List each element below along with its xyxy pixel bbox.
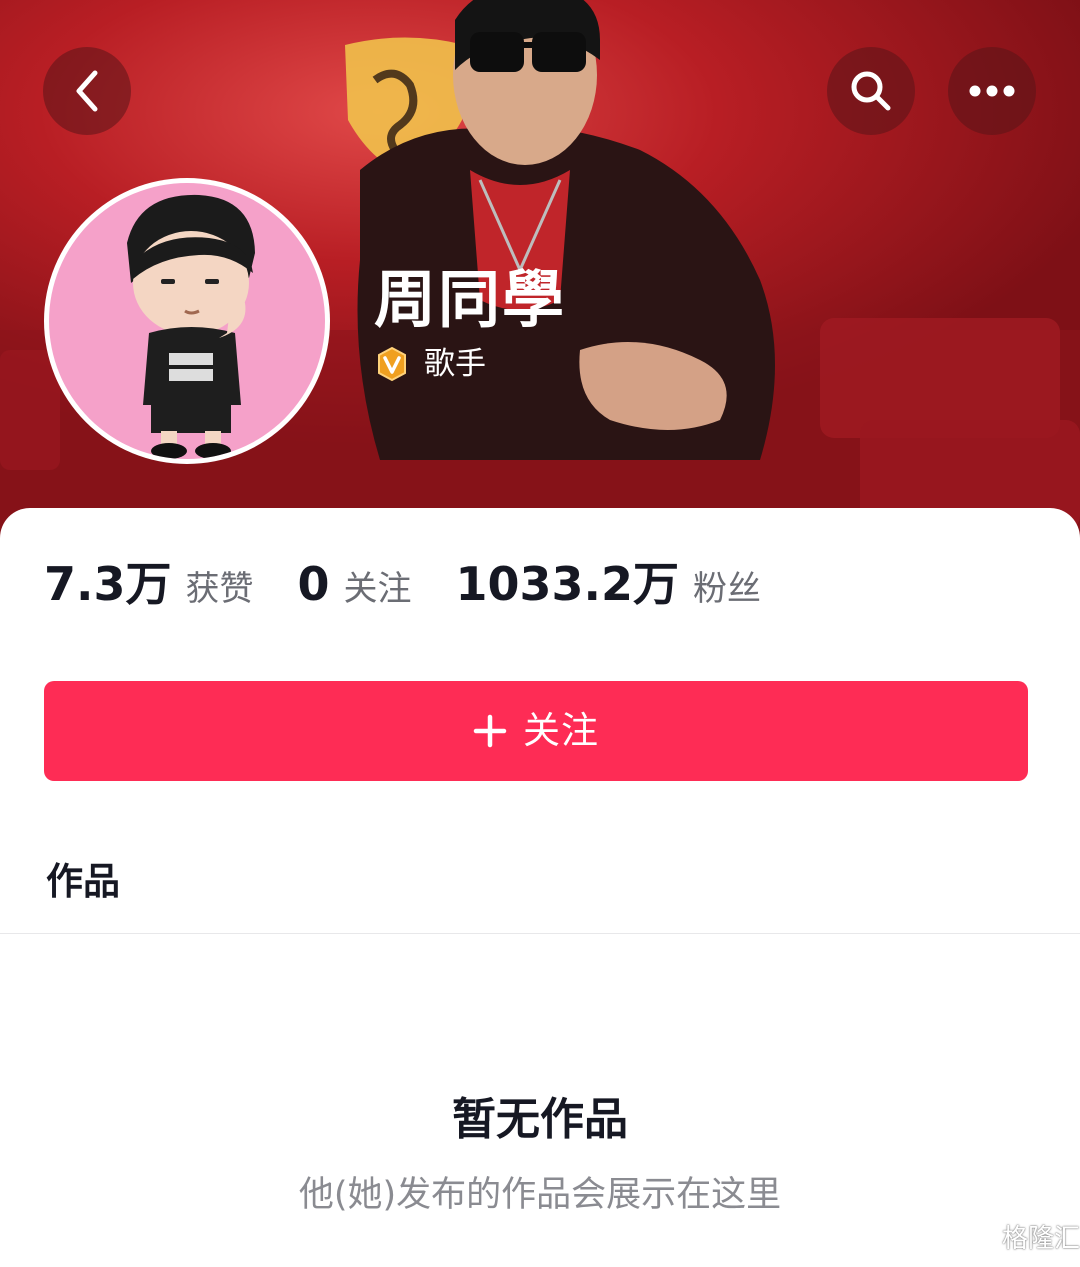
verification-label: 歌手	[424, 346, 486, 382]
profile-name: 周同學	[374, 263, 567, 336]
profile-page: 周同學 歌手 7.3万 获赞 0 关注 1033.2万 粉丝 关注 作品 暂无作…	[0, 0, 1080, 1267]
watermark: 格隆汇	[962, 1222, 1080, 1256]
stats-row: 7.3万 获赞 0 关注 1033.2万 粉丝	[44, 554, 805, 614]
stat-following[interactable]: 0 关注	[298, 554, 412, 619]
stat-following-value: 0	[297, 557, 330, 611]
plus-icon	[473, 714, 507, 748]
verified-v-badge-icon	[378, 346, 406, 382]
search-button[interactable]	[827, 47, 915, 135]
profile-banner: 周同學 歌手	[0, 0, 1080, 560]
stat-likes[interactable]: 7.3万 获赞	[44, 554, 254, 619]
follow-button[interactable]: 关注	[44, 681, 1028, 781]
tab-divider	[0, 933, 1080, 934]
avatar-image	[49, 183, 325, 459]
watermark-text: 格隆汇	[1002, 1224, 1080, 1254]
back-button[interactable]	[43, 47, 131, 135]
stat-followers-value: 1033.2万	[455, 557, 680, 611]
verification-row: 歌手	[374, 342, 486, 386]
stat-likes-label: 获赞	[185, 569, 254, 609]
search-icon	[851, 71, 891, 111]
profile-content: 7.3万 获赞 0 关注 1033.2万 粉丝 关注 作品 暂无作品 他(她)发…	[0, 508, 1080, 1267]
stat-followers-label: 粉丝	[693, 569, 762, 609]
empty-state-title: 暂无作品	[452, 1094, 628, 1145]
more-button[interactable]	[948, 47, 1036, 135]
empty-state-subtitle: 他(她)发布的作品会展示在这里	[298, 1175, 782, 1215]
avatar[interactable]	[44, 178, 330, 464]
chevron-left-icon	[76, 70, 98, 112]
tab-works[interactable]: 作品	[46, 854, 120, 910]
stat-following-label: 关注	[343, 569, 412, 609]
more-horizontal-icon	[969, 85, 1015, 97]
watermark-logo-icon	[963, 1224, 993, 1254]
stat-likes-value: 7.3万	[44, 557, 172, 611]
follow-button-label: 关注	[523, 710, 599, 751]
stat-followers[interactable]: 1033.2万 粉丝	[456, 554, 762, 619]
cartoon-avatar-icon	[127, 194, 255, 459]
